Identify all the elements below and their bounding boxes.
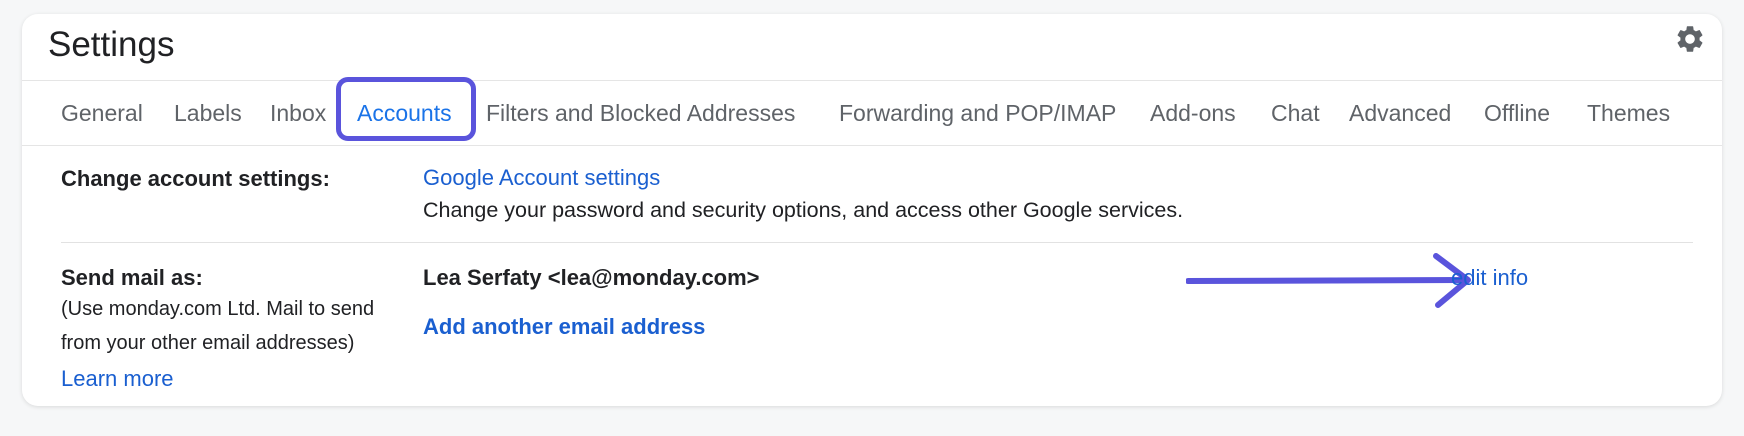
tab-general[interactable]: General — [61, 81, 143, 145]
tab-chat[interactable]: Chat — [1271, 81, 1320, 145]
tab-advanced[interactable]: Advanced — [1349, 81, 1451, 145]
add-email-address-link[interactable]: Add another email address — [423, 314, 705, 340]
send-mail-note-line1: (Use monday.com Ltd. Mail to send — [61, 298, 375, 320]
section-divider — [61, 242, 1693, 243]
page-title: Settings — [48, 25, 175, 64]
google-account-settings-link[interactable]: Google Account settings — [423, 165, 660, 191]
settings-card: Settings General Labels Inbox Accounts F… — [22, 14, 1722, 406]
tab-offline[interactable]: Offline — [1484, 81, 1550, 145]
learn-more-link[interactable]: Learn more — [61, 366, 174, 392]
active-tab-highlight — [336, 77, 476, 141]
settings-tabs: General Labels Inbox Accounts Filters an… — [22, 80, 1722, 146]
tab-filters[interactable]: Filters and Blocked Addresses — [486, 81, 795, 145]
annotation-arrow-icon — [1186, 253, 1471, 308]
change-account-label: Change account settings: — [61, 166, 330, 191]
edit-info-link[interactable]: edit info — [1451, 265, 1528, 291]
tab-labels[interactable]: Labels — [174, 81, 242, 145]
send-mail-label: Send mail as: — [61, 265, 203, 290]
change-account-description: Change your password and security option… — [423, 198, 1184, 222]
sender-address: Lea Serfaty <lea@monday.com> — [423, 265, 760, 290]
tab-addons[interactable]: Add-ons — [1150, 81, 1236, 145]
tab-inbox[interactable]: Inbox — [270, 81, 326, 145]
send-mail-note-line2: from your other email addresses) — [61, 332, 355, 354]
gear-icon[interactable] — [1674, 23, 1706, 55]
tab-themes[interactable]: Themes — [1587, 81, 1670, 145]
tab-forwarding[interactable]: Forwarding and POP/IMAP — [839, 81, 1116, 145]
